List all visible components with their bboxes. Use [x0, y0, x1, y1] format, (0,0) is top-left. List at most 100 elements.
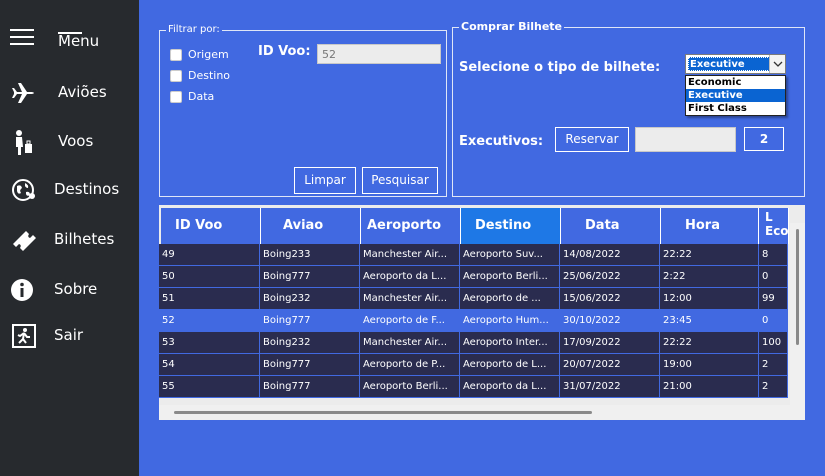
table-cell[interactable]: 14/08/2022 [560, 244, 660, 266]
column-header-aeroporto[interactable]: Aeroporto [361, 208, 461, 244]
sidebar-item-voos[interactable]: Voos [0, 122, 139, 162]
table-cell[interactable]: 99 [759, 288, 788, 310]
table-cell[interactable]: Aeroporto de ... [460, 288, 560, 310]
sidebar-item-label: Voos [58, 132, 94, 150]
horizontal-scrollbar[interactable] [159, 405, 805, 420]
table-cell[interactable]: Aeroporto Inter... [460, 332, 560, 354]
table-cell[interactable]: Aeroporto da L... [460, 376, 560, 398]
table-cell[interactable]: 22:22 [660, 332, 759, 354]
table-row[interactable]: 50 Boing777 Aeroporto da L... Aeroporto Ber… [159, 266, 788, 288]
option-economic[interactable]: Economic [686, 76, 785, 89]
table-cell[interactable]: 52 [159, 310, 260, 332]
table-cell[interactable]: Manchester Air... [360, 244, 460, 266]
id-voo-input[interactable]: 52 [317, 44, 441, 64]
destino-checkbox[interactable] [170, 70, 182, 82]
table-cell[interactable]: Boing233 [260, 244, 360, 266]
table-cell[interactable]: 50 [159, 266, 260, 288]
sidebar-item-label: Sair [54, 326, 84, 344]
table-cell[interactable]: 0 [759, 266, 788, 288]
filter-groupbox: Filtrar por: Origem Destino Data ID Voo:… [159, 23, 447, 197]
table-cell[interactable]: 22:22 [660, 244, 759, 266]
table-cell[interactable]: Aeroporto Berli... [460, 266, 560, 288]
table-cell[interactable]: 2:22 [660, 266, 759, 288]
table-row[interactable]: 55 Boing777 Aeroporto Berli... Aeroporto da… [159, 376, 788, 398]
table-cell[interactable]: Boing232 [260, 332, 360, 354]
table-row[interactable]: 54 Boing777 Aeroporto de P... Aeroporto de … [159, 354, 788, 376]
table-cell[interactable]: 30/10/2022 [560, 310, 660, 332]
search-button[interactable]: Pesquisar [362, 167, 438, 194]
column-header-aviao[interactable]: Aviao [261, 208, 361, 244]
table-row[interactable]: 52 Boing777 Aeroporto de F... Aeroporto Hum… [159, 310, 788, 332]
table-cell[interactable]: Boing777 [260, 266, 360, 288]
clear-button[interactable]: Limpar [294, 167, 356, 194]
sidebar: Menu Aviões Voos Destinos Bilhetes Sobre… [0, 0, 139, 476]
sidebar-item-sobre[interactable]: Sobre [0, 270, 139, 310]
chevron-down-icon[interactable] [769, 55, 785, 73]
table-cell[interactable]: 54 [159, 354, 260, 376]
menu-label: Menu [58, 32, 100, 50]
table-cell[interactable]: 55 [159, 376, 260, 398]
sidebar-item-destinos[interactable]: Destinos [0, 170, 139, 210]
table-cell[interactable]: 100 [759, 332, 788, 354]
table-row[interactable]: 51 Boing232 Manchester Air... Aeroporto de … [159, 288, 788, 310]
executive-count-label: Executivos: [459, 134, 544, 149]
table-cell[interactable]: Boing777 [260, 376, 360, 398]
sidebar-item-sair[interactable]: Sair [0, 316, 139, 356]
table-cell[interactable]: 12:00 [660, 288, 759, 310]
table-cell[interactable]: 31/07/2022 [560, 376, 660, 398]
table-row[interactable]: 49 Boing233 Manchester Air... Aeroporto Suv… [159, 244, 788, 266]
table-cell[interactable]: Manchester Air... [360, 288, 460, 310]
column-header-hora[interactable]: Hora [661, 208, 759, 244]
origem-label: Origem [188, 48, 229, 61]
table-cell[interactable]: Aeroporto de P... [360, 354, 460, 376]
table-cell[interactable]: 53 [159, 332, 260, 354]
reserve-button[interactable]: Reservar [555, 127, 629, 152]
column-header-destino[interactable]: Destino [461, 208, 561, 244]
table-cell[interactable]: 2 [759, 376, 788, 398]
table-cell[interactable]: 20/07/2022 [560, 354, 660, 376]
table-cell[interactable]: Manchester Air... [360, 332, 460, 354]
sidebar-item-bilhetes[interactable]: Bilhetes [0, 220, 139, 260]
table-row[interactable]: 53 Boing232 Manchester Air... Aeroporto Int… [159, 332, 788, 354]
table-cell[interactable]: 21:00 [660, 376, 759, 398]
table-cell[interactable]: 19:00 [660, 354, 759, 376]
ticket-type-label: Selecione o tipo de bilhete: [459, 60, 661, 75]
ticket-icon [13, 231, 36, 251]
origem-checkbox[interactable] [170, 49, 182, 61]
table-cell[interactable]: Boing232 [260, 288, 360, 310]
sidebar-item-label: Sobre [54, 280, 98, 298]
sidebar-item-avioes[interactable]: Aviões [0, 73, 139, 113]
table-cell[interactable]: 0 [759, 310, 788, 332]
ticket-type-select[interactable]: Executive [685, 54, 786, 74]
menu-toggle[interactable]: Menu [0, 20, 139, 60]
table-cell[interactable]: 15/06/2022 [560, 288, 660, 310]
column-header-lugares-economicos[interactable]: L Eco [759, 208, 789, 244]
table-cell[interactable]: 51 [159, 288, 260, 310]
table-cell[interactable]: Aeroporto de F... [360, 310, 460, 332]
globe-icon [12, 179, 35, 201]
exit-icon [12, 324, 36, 348]
table-cell[interactable]: Boing777 [260, 310, 360, 332]
table-cell[interactable]: Aeroporto Suv... [460, 244, 560, 266]
table-cell[interactable]: Aeroporto Berli... [360, 376, 460, 398]
table-cell[interactable]: Aeroporto Hum... [460, 310, 560, 332]
table-cell[interactable]: 23:45 [660, 310, 759, 332]
vertical-scroll-thumb[interactable] [796, 229, 799, 345]
data-checkbox[interactable] [170, 91, 182, 103]
table-cell[interactable]: 25/06/2022 [560, 266, 660, 288]
reservation-input[interactable] [635, 127, 736, 152]
vertical-scrollbar[interactable] [790, 223, 805, 405]
data-label: Data [188, 90, 215, 103]
table-cell[interactable]: 8 [759, 244, 788, 266]
table-cell[interactable]: 49 [159, 244, 260, 266]
table-cell[interactable]: Aeroporto da L... [360, 266, 460, 288]
table-cell[interactable]: 2 [759, 354, 788, 376]
table-cell[interactable]: Boing777 [260, 354, 360, 376]
option-executive[interactable]: Executive [686, 89, 785, 102]
horizontal-scroll-thumb[interactable] [174, 411, 592, 414]
table-cell[interactable]: 17/09/2022 [560, 332, 660, 354]
table-cell[interactable]: Aeroporto de L... [460, 354, 560, 376]
column-header-data[interactable]: Data [561, 208, 661, 244]
option-first-class[interactable]: First Class [686, 102, 785, 115]
column-header-id-voo[interactable]: ID Voo [161, 208, 261, 244]
